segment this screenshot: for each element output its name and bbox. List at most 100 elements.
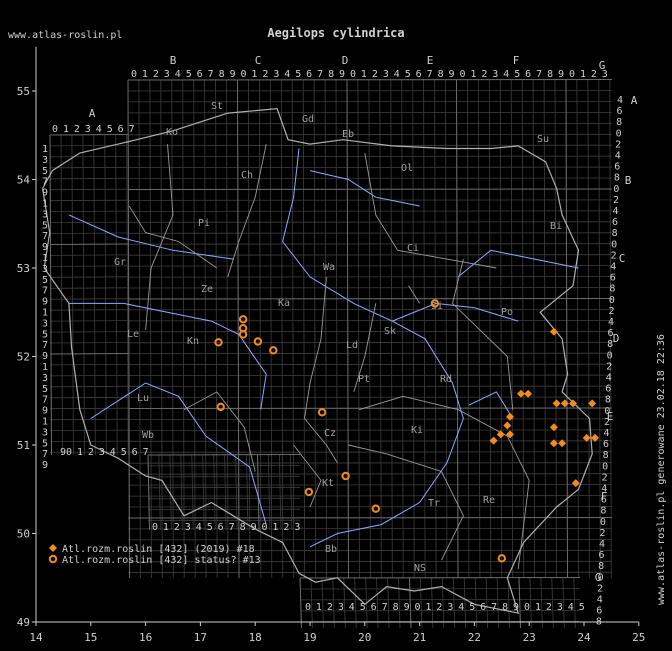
grid-line bbox=[313, 79, 317, 579]
grid-digit: 0 bbox=[607, 350, 613, 361]
occurrence-diamond bbox=[506, 412, 514, 421]
grid-line bbox=[398, 577, 401, 629]
grid-digit: 5 bbox=[107, 124, 113, 135]
grid-line bbox=[93, 134, 96, 456]
grid-digit: 9 bbox=[339, 69, 345, 80]
grid-line bbox=[499, 79, 503, 579]
y-tick-label: 49 bbox=[17, 616, 30, 629]
grid-digit: 4 bbox=[610, 262, 616, 273]
grid-digit: 0 bbox=[261, 522, 267, 533]
grid-line bbox=[279, 454, 282, 531]
x-tick-label: 21 bbox=[413, 631, 426, 644]
grid-digit: 5 bbox=[207, 522, 213, 533]
grid-digit: 1 bbox=[42, 144, 48, 155]
region-boundary bbox=[227, 144, 267, 278]
grid-line bbox=[191, 454, 194, 531]
grid-digit: 4 bbox=[608, 317, 614, 328]
region-label: Le bbox=[127, 329, 139, 340]
grid-row-letter: E bbox=[607, 410, 614, 423]
grid-line bbox=[127, 352, 613, 355]
grid-digit: 0 bbox=[616, 128, 622, 139]
grid-line bbox=[49, 396, 129, 399]
grid-digit: 2 bbox=[602, 472, 608, 483]
grid-digit: 4 bbox=[394, 69, 400, 80]
grid-digit: 7 bbox=[42, 286, 48, 297]
grid-line bbox=[127, 308, 613, 311]
region-label: Ol bbox=[401, 163, 413, 174]
x-tick-label: 24 bbox=[577, 631, 591, 644]
y-tick-label: 53 bbox=[17, 262, 30, 275]
grid-digit: 9 bbox=[42, 406, 48, 417]
region-label: Kt bbox=[322, 478, 334, 489]
grid-digit: 9 bbox=[42, 242, 48, 253]
grid-line bbox=[224, 454, 227, 531]
grid-line bbox=[321, 577, 324, 629]
grid-line bbox=[302, 79, 306, 579]
region-labels: StKoGdEb SuChOlPi BiCiGr WaSiPoZeLeKnKaLdSk… bbox=[114, 101, 562, 574]
x-tick-label: 17 bbox=[194, 631, 207, 644]
grid-major-line bbox=[257, 454, 260, 531]
grid-digit: 7 bbox=[382, 602, 388, 613]
region-label: Tr bbox=[428, 498, 440, 509]
region-label: Kn bbox=[187, 336, 199, 347]
region-boundary bbox=[359, 395, 530, 569]
grid-line bbox=[474, 577, 478, 629]
grid-line bbox=[332, 577, 335, 629]
grid-major-line bbox=[237, 79, 240, 579]
grid-line bbox=[127, 122, 613, 125]
occurrence-diamond bbox=[558, 439, 567, 448]
grid-col-letter: A bbox=[89, 107, 96, 120]
grid-digit: 8 bbox=[609, 284, 615, 295]
grid-line bbox=[182, 79, 185, 579]
grid-line bbox=[49, 385, 129, 388]
grid-digit: 2 bbox=[481, 69, 487, 80]
grid-digit: 1 bbox=[42, 199, 48, 210]
grid-digit: 7 bbox=[208, 69, 214, 80]
grid-digit: 8 bbox=[612, 228, 618, 239]
grid-digit: 5 bbox=[42, 275, 48, 286]
grid-line bbox=[412, 79, 415, 579]
grid-digit: 9 bbox=[42, 297, 48, 308]
grid-line bbox=[387, 577, 390, 629]
grid-digit: 7 bbox=[42, 395, 48, 406]
grid-digit: 9 bbox=[251, 522, 257, 533]
grid-digit: 3 bbox=[383, 69, 389, 80]
grid-digit: 3 bbox=[85, 124, 91, 135]
grid-row-letter: B bbox=[625, 174, 632, 187]
grid-line bbox=[202, 454, 205, 531]
grid-line bbox=[138, 79, 141, 579]
site-link[interactable]: www.atlas-roslin.pl bbox=[8, 30, 122, 41]
grid-line bbox=[587, 79, 590, 579]
grid-line bbox=[204, 79, 207, 579]
region-label: Rd bbox=[440, 374, 452, 385]
region-boundary bbox=[364, 152, 497, 269]
grid-line bbox=[147, 497, 301, 500]
grid-digit: 2 bbox=[283, 522, 289, 533]
grid-line bbox=[247, 79, 251, 579]
grid-line bbox=[127, 319, 613, 322]
grid-line bbox=[554, 79, 557, 579]
grid-digit: 0 bbox=[602, 461, 608, 472]
grid-digit: 7 bbox=[42, 449, 48, 460]
grid-line bbox=[49, 342, 129, 344]
grid-digit: 8 bbox=[438, 69, 444, 80]
grid-line bbox=[127, 440, 613, 442]
occurrence-diamond bbox=[496, 430, 505, 439]
x-tick-label: 14 bbox=[29, 631, 43, 644]
grid-row-letter: D bbox=[613, 332, 620, 345]
grid-digit: 5 bbox=[42, 329, 48, 340]
grid-digit: 3 bbox=[185, 522, 191, 533]
region-label: Gr bbox=[114, 257, 126, 268]
grid-line bbox=[127, 144, 613, 147]
grid-digit: 4 bbox=[175, 69, 181, 80]
grid-major-line bbox=[409, 577, 412, 629]
grid-digit: 7 bbox=[229, 522, 235, 533]
grid-digit: 1 bbox=[580, 69, 586, 80]
grid-line bbox=[49, 364, 129, 366]
grid-line bbox=[49, 210, 129, 212]
legend: Atl.rozm.roslin [432] (2019) #18 Atl.roz… bbox=[48, 544, 261, 566]
grid-line bbox=[529, 577, 532, 629]
region-label: Ch bbox=[241, 170, 253, 181]
grid-digit: 2 bbox=[88, 447, 94, 458]
grid-digit: 2 bbox=[327, 602, 333, 613]
